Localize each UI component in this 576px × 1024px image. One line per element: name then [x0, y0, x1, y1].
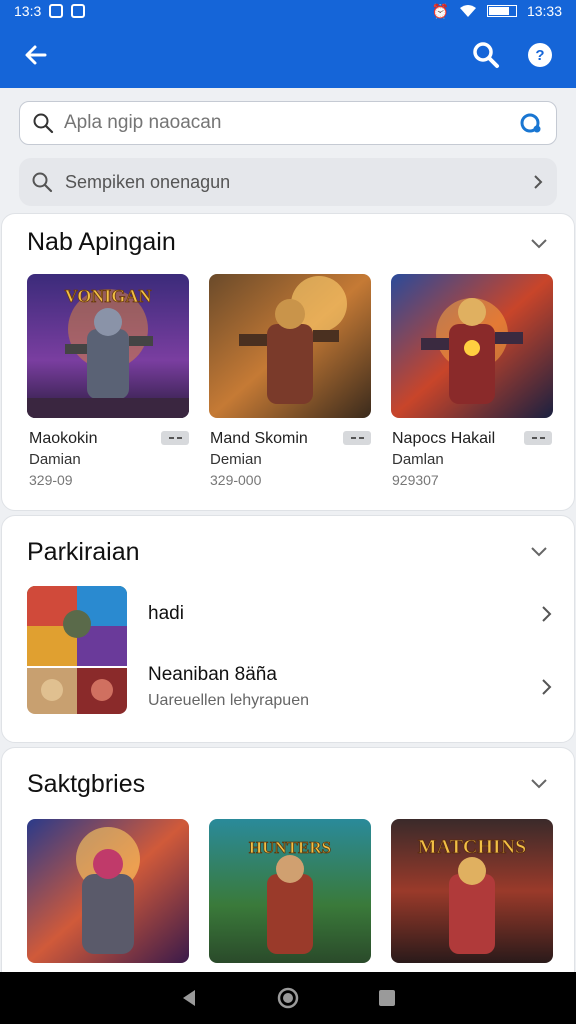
- status-time-right: 13:33: [526, 3, 562, 19]
- app-notification-icon: [71, 4, 86, 18]
- game-thumbnail[interactable]: [391, 274, 553, 418]
- more-icon[interactable]: [524, 431, 552, 445]
- categories-section: Saktgbries HUNTERS MATCHINS: [1, 747, 575, 987]
- list-item[interactable]: Neaniban 8äña Uareuellen lehyrapuen: [148, 662, 554, 712]
- more-icon[interactable]: [161, 431, 189, 445]
- list-item[interactable]: hadi: [148, 598, 554, 630]
- list-item-title: hadi: [148, 603, 184, 624]
- system-nav-bar: [0, 972, 576, 1024]
- game-developer: Demian: [210, 451, 262, 468]
- game-developer: Damian: [29, 451, 81, 468]
- chevron-right-icon: [542, 606, 552, 622]
- thumbnail-banner: VONIGAN: [65, 286, 152, 306]
- game-thumbnail[interactable]: [27, 819, 189, 963]
- search-button[interactable]: [466, 35, 506, 75]
- partners-section: Parkiraian hadi Neaniban 8äña Uareuellen…: [1, 515, 575, 743]
- help-icon: ?: [528, 43, 552, 67]
- svg-text:?: ?: [535, 47, 544, 64]
- chevron-right-icon: [534, 175, 543, 189]
- game-developer: Damlan: [392, 451, 444, 468]
- game-thumbnail[interactable]: MATCHINS: [391, 819, 553, 963]
- featured-section: Nab Apingain VONIGAN Maokokin Damian 329…: [1, 213, 575, 511]
- more-icon[interactable]: [343, 431, 371, 445]
- battery-icon: [486, 5, 517, 17]
- section-title: Nab Apingain: [27, 228, 176, 256]
- section-title: Saktgbries: [27, 770, 146, 798]
- help-button[interactable]: ?: [520, 35, 560, 75]
- status-bar: 13:3 ⏰ 13:33: [0, 0, 576, 22]
- back-arrow-icon: [25, 45, 47, 65]
- game-meta: 329-000: [210, 472, 262, 488]
- back-button[interactable]: [16, 35, 56, 75]
- game-name: Maokokin: [29, 430, 98, 447]
- search-box[interactable]: [19, 101, 557, 145]
- notification-icon: [49, 4, 64, 18]
- thumbnail-banner: HUNTERS: [249, 838, 331, 857]
- filter-label: Sempiken onenagun: [65, 171, 231, 192]
- list-item-title: Neaniban 8äña: [148, 664, 277, 685]
- search-icon: [32, 172, 53, 193]
- game-meta: 329-09: [29, 472, 73, 488]
- wifi-icon: [459, 5, 476, 17]
- recents-nav-icon[interactable]: [376, 987, 398, 1009]
- chevron-down-icon[interactable]: [528, 772, 550, 794]
- game-thumbnail[interactable]: VONIGAN: [27, 274, 189, 418]
- collage-thumbnail[interactable]: [27, 586, 127, 714]
- thumbnail-banner: MATCHINS: [418, 836, 527, 858]
- game-name: Napocs Hakail: [392, 430, 496, 447]
- voice-search-icon[interactable]: [518, 110, 544, 136]
- game-meta: 929307: [392, 472, 439, 488]
- alarm-icon: ⏰: [431, 2, 449, 19]
- filter-box[interactable]: Sempiken onenagun: [19, 158, 557, 206]
- status-time: 13:3: [14, 3, 42, 19]
- section-title: Parkiraian: [27, 538, 140, 566]
- search-icon: [33, 113, 54, 134]
- game-thumbnail[interactable]: [209, 274, 371, 418]
- home-nav-icon[interactable]: [276, 986, 300, 1010]
- game-name: Mand Skomin: [210, 430, 308, 447]
- search-input[interactable]: [64, 112, 518, 134]
- search-icon: [473, 42, 499, 68]
- chevron-right-icon: [542, 679, 552, 695]
- game-thumbnail[interactable]: HUNTERS: [209, 819, 371, 963]
- chevron-down-icon[interactable]: [528, 540, 550, 562]
- list-item-subtitle: Uareuellen lehyrapuen: [148, 692, 309, 709]
- chevron-down-icon[interactable]: [528, 232, 550, 254]
- back-nav-icon[interactable]: [178, 987, 200, 1009]
- app-bar: ?: [0, 22, 576, 88]
